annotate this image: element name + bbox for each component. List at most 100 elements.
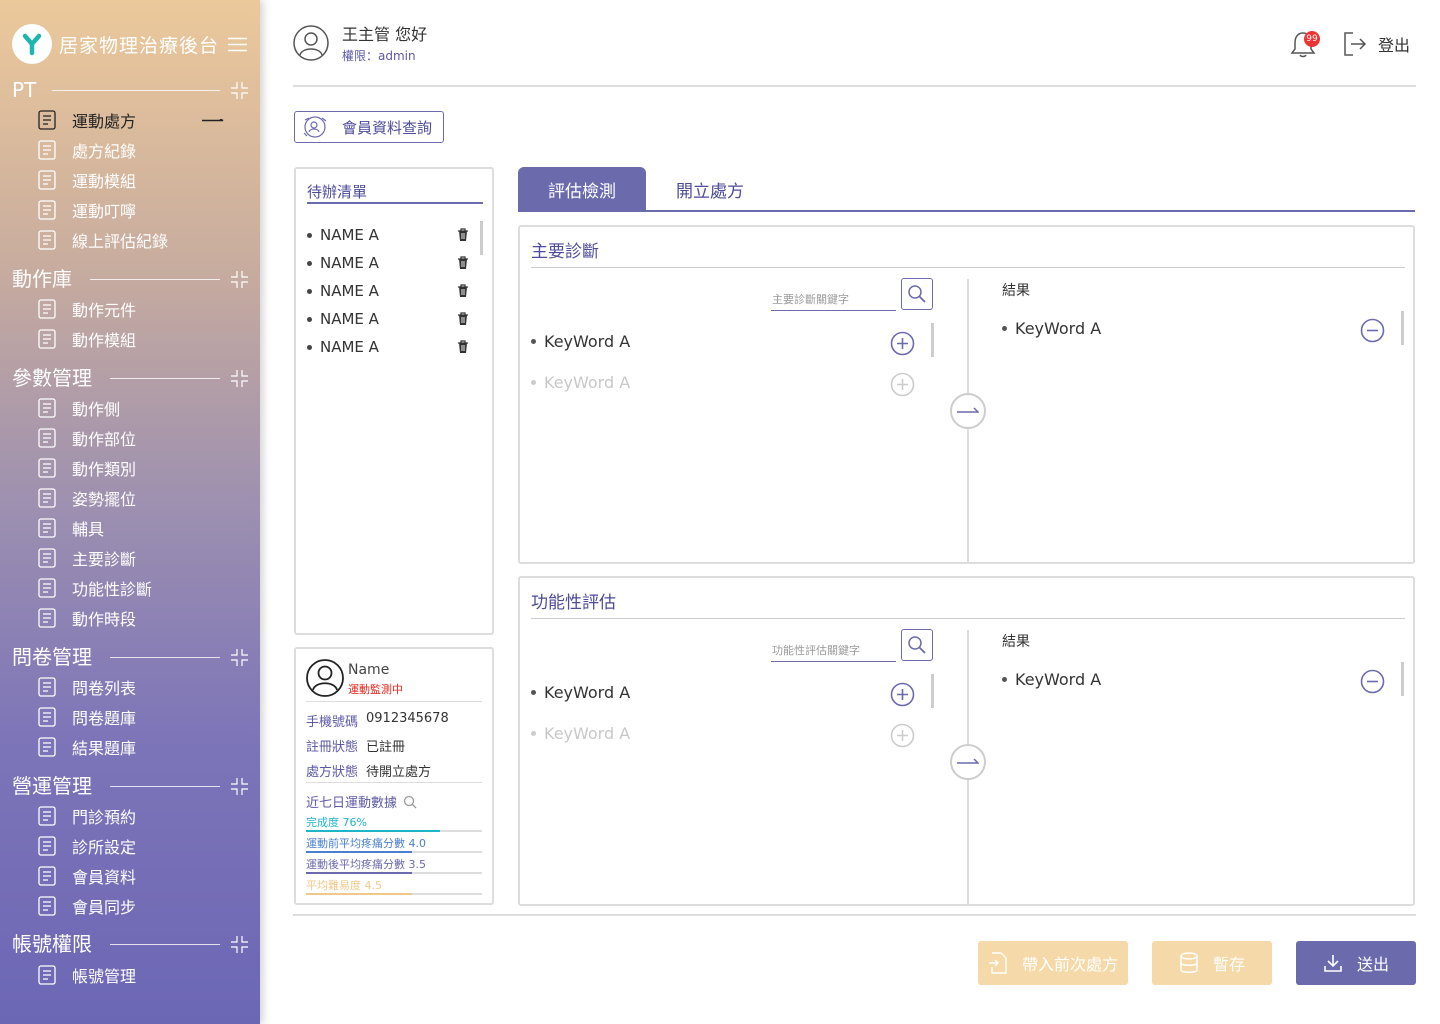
search-icon[interactable] <box>403 795 417 809</box>
search-button[interactable] <box>901 629 933 661</box>
list-item[interactable]: NAME A <box>307 305 477 333</box>
sidebar-item[interactable]: 線上評估紀錄 <box>34 227 234 253</box>
sidebar-item[interactable]: 問卷題庫 <box>34 704 234 730</box>
collapse-icon[interactable] <box>231 82 248 99</box>
questionnaire-list-icon <box>34 674 60 700</box>
keyword-item[interactable]: KeyWord A <box>531 372 931 397</box>
sidebar-item[interactable]: 動作時段 <box>34 605 234 631</box>
panel-divider <box>531 618 1405 619</box>
list-item[interactable]: NAME A <box>307 249 477 277</box>
stat-bar-label: 平均難易度 4.5 <box>306 879 382 892</box>
sidebar-item[interactable]: 動作元件 <box>34 296 234 322</box>
stat-bar: 平均難易度 4.5 <box>306 877 482 897</box>
active-arrow-icon <box>202 119 224 122</box>
sidebar-item[interactable]: 動作類別 <box>34 455 234 481</box>
result-scrollbar[interactable] <box>1401 311 1404 345</box>
sidebar-item-label: 動作模組 <box>72 331 137 350</box>
bullet <box>307 344 312 350</box>
sidebar-item[interactable]: 動作側 <box>34 395 234 421</box>
add-icon[interactable] <box>890 331 915 356</box>
todo-title: 待辦清單 <box>307 183 368 201</box>
sidebar-item[interactable]: 輔具 <box>34 515 234 541</box>
sidebar-item-label: 動作側 <box>72 400 121 419</box>
card-divider <box>306 701 482 702</box>
sidebar-item[interactable]: 會員資料 <box>34 863 234 889</box>
collapse-icon[interactable] <box>231 936 248 953</box>
add-icon[interactable] <box>890 372 915 397</box>
collapse-icon[interactable] <box>231 370 248 387</box>
sidebar-item[interactable]: 動作部位 <box>34 425 234 451</box>
load-previous-prescription-button[interactable]: 帶入前次處方 <box>978 941 1128 985</box>
reg-value: 已註冊 <box>366 740 406 755</box>
todo-scrollbar[interactable] <box>480 221 483 255</box>
trash-icon[interactable] <box>457 284 469 298</box>
member-query-button[interactable]: 會員資料查詢 <box>294 111 444 143</box>
sidebar-item[interactable]: 門診預約 <box>34 803 234 829</box>
collapse-icon[interactable] <box>231 271 248 288</box>
keyword-label: KeyWord A <box>544 373 631 392</box>
sidebar-item[interactable]: 功能性診斷 <box>34 575 234 601</box>
sidebar-item[interactable]: 會員同步 <box>34 893 234 919</box>
member-card: Name 運動監測中 手機號碼 0912345678 註冊狀態 已註冊 處方狀態 待開… <box>294 647 494 905</box>
keyword-item[interactable]: KeyWord A <box>531 682 931 707</box>
keyword-scrollbar[interactable] <box>931 323 934 357</box>
sidebar-item[interactable]: 結果題庫 <box>34 734 234 760</box>
section-divider <box>52 90 220 91</box>
sidebar-item[interactable]: 運動叮嚀 <box>34 197 234 223</box>
sidebar-item[interactable]: 運動模組 <box>34 167 234 193</box>
submit-button[interactable]: 送出 <box>1296 941 1416 985</box>
tab-prescription[interactable]: 開立處方 <box>660 167 760 211</box>
trash-icon[interactable] <box>457 340 469 354</box>
tab-assessment[interactable]: 評估檢測 <box>518 167 646 211</box>
sidebar-item[interactable]: 主要診斷 <box>34 545 234 571</box>
trash-icon[interactable] <box>457 256 469 270</box>
search-icon <box>908 636 926 654</box>
result-label: KeyWord A <box>1015 319 1102 338</box>
result-item[interactable]: KeyWord A <box>1002 318 1392 343</box>
search-button[interactable] <box>901 278 933 310</box>
collapse-icon[interactable] <box>231 778 248 795</box>
sidebar-item[interactable]: 帳號管理 <box>34 962 234 988</box>
keyword-scrollbar[interactable] <box>931 674 934 708</box>
add-icon[interactable] <box>890 682 915 707</box>
result-item[interactable]: KeyWord A <box>1002 669 1392 694</box>
add-icon[interactable] <box>890 723 915 748</box>
hamburger-menu-icon[interactable] <box>228 37 247 52</box>
sidebar-item[interactable]: 運動處方 <box>34 107 234 133</box>
sidebar-item[interactable]: 動作模組 <box>34 326 234 352</box>
move-right-button[interactable] <box>950 744 986 780</box>
header-divider <box>293 85 1416 87</box>
keyword-search-input[interactable]: 功能性評估關鍵字 <box>771 630 896 662</box>
stats-title: 近七日運動數據 <box>306 796 398 811</box>
sidebar-item[interactable]: 問卷列表 <box>34 674 234 700</box>
remove-icon[interactable] <box>1360 318 1385 343</box>
remove-icon[interactable] <box>1360 669 1385 694</box>
member-avatar-icon <box>306 659 344 697</box>
save-draft-button[interactable]: 暫存 <box>1152 941 1272 985</box>
brand-title: 居家物理治療後台 <box>59 34 220 57</box>
assessment-panel: 功能性評估 功能性評估關鍵字 KeyWord A KeyWord A 結果 Ke… <box>518 576 1415 906</box>
reminder-icon <box>34 197 60 223</box>
trash-icon[interactable] <box>457 228 469 242</box>
sidebar-item-label: 運動處方 <box>72 112 137 131</box>
result-scrollbar[interactable] <box>1401 662 1404 696</box>
keyword-item[interactable]: KeyWord A <box>531 331 931 356</box>
list-item[interactable]: NAME A <box>307 277 477 305</box>
sidebar-item[interactable]: 處方紀錄 <box>34 137 234 163</box>
list-item[interactable]: NAME A <box>307 333 477 361</box>
keyword-label: KeyWord A <box>544 724 631 743</box>
section-label: PT <box>12 78 37 102</box>
stats-title-row[interactable]: 近七日運動數據 <box>306 792 417 811</box>
reg-label: 註冊狀態 <box>306 740 359 755</box>
logout-button[interactable]: 登出 <box>1343 31 1410 57</box>
member-query-label: 會員資料查詢 <box>342 118 433 137</box>
keyword-item[interactable]: KeyWord A <box>531 723 931 748</box>
sidebar-item[interactable]: 診所設定 <box>34 833 234 859</box>
keyword-search-input[interactable]: 主要診斷關鍵字 <box>771 279 896 311</box>
collapse-icon[interactable] <box>231 649 248 666</box>
list-item[interactable]: NAME A <box>307 221 477 249</box>
trash-icon[interactable] <box>457 312 469 326</box>
stat-bar-label: 完成度 76% <box>306 816 367 829</box>
move-right-button[interactable] <box>950 393 986 429</box>
sidebar-item[interactable]: 姿勢擺位 <box>34 485 234 511</box>
